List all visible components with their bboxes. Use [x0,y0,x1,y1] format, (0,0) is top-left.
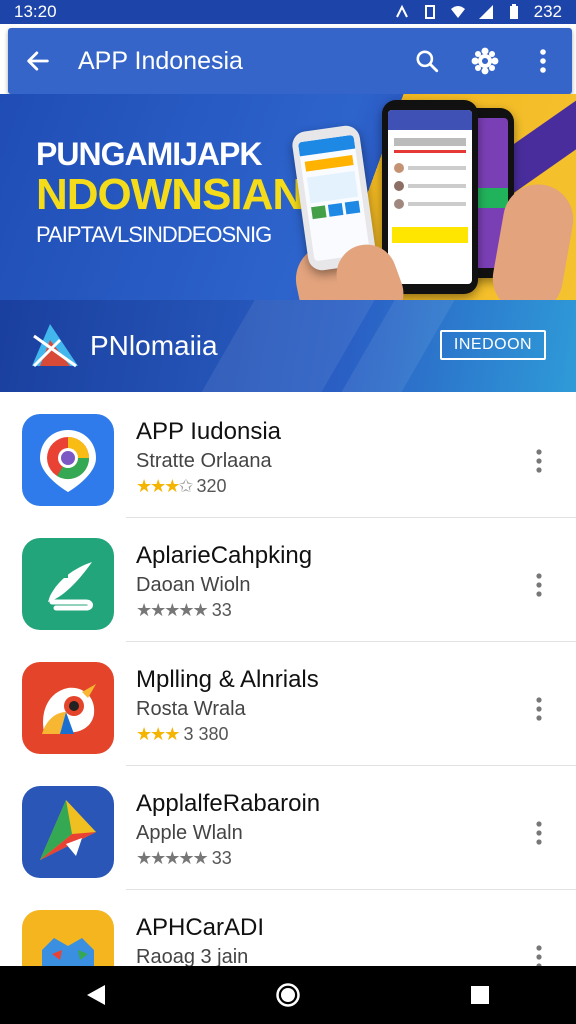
status-icons: 232 [394,2,562,22]
chrome-like-icon [22,414,114,506]
nav-home-icon [276,983,300,1007]
rating-text: 320 [196,476,227,496]
app-subtitle: Apple Wlaln [136,822,243,844]
gear-icon [471,47,499,75]
status-bar: 13:20 232 [0,0,576,24]
hero-line-1: PUNGAMIJAPK [36,136,262,172]
list-item[interactable]: AplarieCahpking Daoan Wioln ★★★★★ 33 [0,518,576,642]
item-overflow-button[interactable] [522,940,556,966]
item-overflow-button[interactable] [522,692,556,726]
app-title: Mplling & Alnrials [136,666,319,693]
rating-text: 3 380 [183,724,229,744]
settings-button[interactable] [456,28,514,94]
rating-stars: ★★★★★ [136,848,209,868]
item-overflow-button[interactable] [522,816,556,850]
list-item[interactable]: APHCarADI Raoag 3 jain [0,890,576,966]
hero-banner[interactable]: PUNGAMIJAPK NDOWNSIAN PAIPTAVLSINDDEOSNI… [0,94,576,300]
app-bar-title: APP Indonesia [78,46,243,75]
app-title: ApplalfeRabaroin [136,790,321,817]
nav-back-icon [87,985,105,1005]
more-vert-icon [536,945,542,966]
app-title: APP Iudonsia [136,418,281,445]
search-button[interactable] [398,28,456,94]
hero-line-2: NDOWNSIAN [36,170,304,219]
status-time: 13:20 [14,2,57,21]
list-item[interactable]: APP Iudonsia Stratte Orlaana ★★★✩ 320 [0,394,576,518]
app-title: AplarieCahpking [136,542,313,569]
status-right-text: 232 [533,2,562,21]
app-title: APHCarADI [136,914,265,941]
brand-strip: PNlomaiia INEDOON [0,300,576,392]
feather-icon [22,538,114,630]
brand-logo-icon [32,324,78,368]
app-rating: ★★★★★ 33 [136,848,232,869]
rating-text: 33 [211,848,232,868]
more-vert-icon [536,697,542,721]
rating-stars: ★★★ [136,476,180,496]
app-subtitle: Rosta Wrala [136,698,246,720]
phone-illustration-main [382,100,478,294]
app-rating: ★★★★★ 33 [136,600,232,621]
back-arrow-icon [27,51,49,71]
nav-home-button[interactable] [258,966,318,1024]
triangle-play-icon [22,786,114,878]
battery-icon [509,4,518,19]
more-vert-icon [540,49,546,73]
overflow-menu-button[interactable] [514,28,572,94]
brand-name: PNlomaiia [90,330,218,361]
item-overflow-button[interactable] [522,444,556,478]
item-overflow-button[interactable] [522,568,556,602]
app-bar: APP Indonesia [8,28,572,94]
more-vert-icon [536,573,542,597]
more-vert-icon [536,449,542,473]
rating-stars: ★★★ [136,724,180,744]
app-list: APP Iudonsia Stratte Orlaana ★★★✩ 320 Ap… [0,394,576,966]
app-subtitle: Stratte Orlaana [136,450,272,472]
wifi-icon [450,6,465,18]
app-rating: ★★★✩ 320 [136,476,227,497]
app-subtitle: Daoan Wioln [136,574,251,596]
parrot-icon [22,662,114,754]
search-icon [416,50,439,73]
nav-back-button[interactable] [66,966,126,1024]
hero-line-3: PAIPTAVLSINDDEOSNIG [36,222,272,247]
more-vert-icon [536,821,542,845]
nfc-icon [395,4,408,18]
nav-recents-icon [471,986,489,1004]
vibrate-icon [424,5,435,19]
rating-stars: ★★★★★ [136,600,209,620]
signal-icon [478,5,493,19]
cat-face-icon [22,910,114,966]
brand-action-button[interactable]: INEDOON [440,330,546,360]
rating-text: 33 [211,600,232,620]
nav-recents-button[interactable] [450,966,510,1024]
list-item[interactable]: ApplalfeRabaroin Apple Wlaln ★★★★★ 33 [0,766,576,890]
list-item[interactable]: Mplling & Alnrials Rosta Wrala ★★★ 3 380 [0,642,576,766]
system-nav-bar [0,966,576,1024]
app-subtitle: Raoag 3 jain [136,946,249,966]
back-button[interactable] [8,28,68,94]
rating-stars-empty: ✩ [178,476,193,496]
app-rating: ★★★ 3 380 [136,724,228,745]
